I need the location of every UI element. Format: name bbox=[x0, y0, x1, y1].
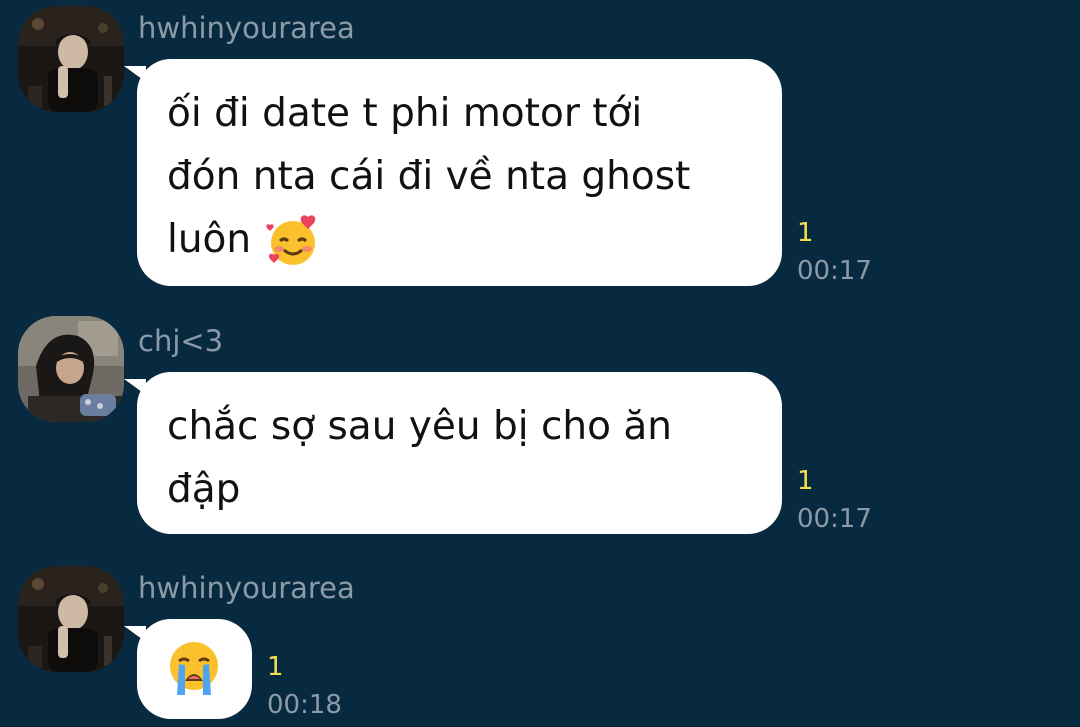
unread-count: 1 bbox=[267, 652, 284, 682]
unread-count: 1 bbox=[797, 466, 814, 496]
message-bubble[interactable]: chắc sợ sau yêu bị cho ăn đập bbox=[137, 372, 782, 534]
sender-name: hwhinyourarea bbox=[138, 571, 355, 605]
timestamp: 00:17 bbox=[797, 504, 872, 534]
sender-name: chj<3 bbox=[138, 324, 224, 358]
message-text: ối đi date t phi motor tới bbox=[167, 91, 643, 136]
message-text: đập bbox=[167, 467, 241, 512]
loudly-crying-face-icon bbox=[165, 637, 223, 718]
message-bubble[interactable]: ối đi date t phi motor tới đón nta cái đ… bbox=[137, 59, 782, 286]
timestamp: 00:18 bbox=[267, 690, 342, 720]
avatar[interactable] bbox=[18, 566, 124, 672]
avatar-photo bbox=[18, 6, 124, 112]
unread-count: 1 bbox=[797, 218, 814, 248]
message-row: chj<3 chắc sợ sau yêu bị cho ăn đập 1 00… bbox=[0, 310, 1080, 540]
message-text: luôn bbox=[167, 217, 252, 262]
avatar-photo bbox=[18, 566, 124, 672]
avatar[interactable] bbox=[18, 316, 124, 422]
message-row: hwhinyourarea 1 00:18 bbox=[0, 560, 1080, 727]
message-text: đón nta cái đi về nta ghost bbox=[167, 154, 691, 199]
message-bubble[interactable] bbox=[137, 619, 252, 719]
avatar-photo bbox=[18, 316, 124, 422]
smiling-face-with-hearts-icon bbox=[264, 210, 322, 273]
timestamp: 00:17 bbox=[797, 256, 872, 286]
avatar[interactable] bbox=[18, 6, 124, 112]
message-row: hwhinyourarea ối đi date t phi motor tới… bbox=[0, 0, 1080, 300]
sender-name: hwhinyourarea bbox=[138, 11, 355, 45]
message-text: chắc sợ sau yêu bị cho ăn bbox=[167, 404, 673, 449]
